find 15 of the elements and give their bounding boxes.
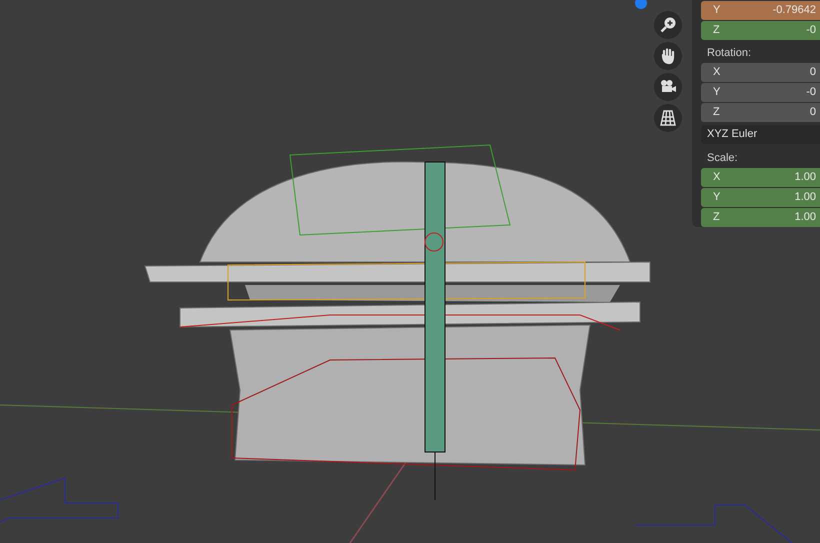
number-field[interactable]: Y 1.00 [701,188,820,207]
number-field[interactable]: Z 1.00 [701,208,820,227]
number-field[interactable]: Y -0 [701,83,820,102]
number-field[interactable]: X 1.00 [701,168,820,187]
zoom-icon[interactable] [654,11,682,39]
section-label: Rotation: [706,46,752,61]
number-field[interactable]: Z 0 [701,103,820,122]
number-field[interactable]: Z -0 [701,21,820,40]
number-field[interactable]: X 0 [701,63,820,82]
camera-icon[interactable] [654,73,682,101]
rotation-mode-dropdown[interactable]: XYZ Euler [701,125,820,144]
grid-icon[interactable] [654,104,682,132]
number-field[interactable]: Y -0.79642 [701,1,820,20]
section-label: Scale: [706,151,739,166]
hand-icon[interactable] [654,42,682,70]
